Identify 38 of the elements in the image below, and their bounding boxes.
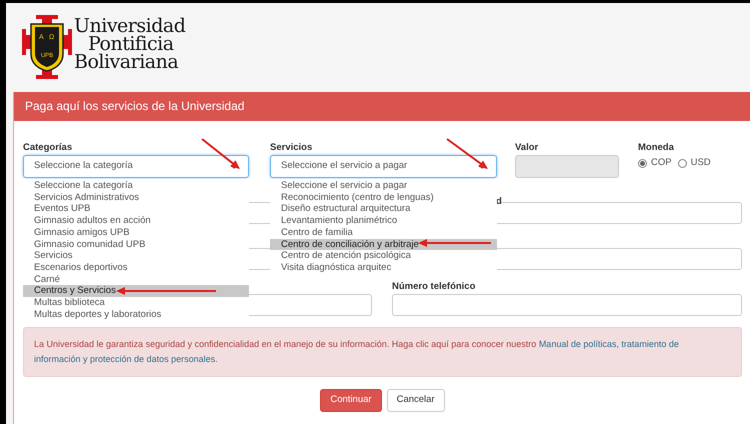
dropdown-option[interactable]: Centros y Servicios [23,285,249,298]
policy-link[interactable]: información y protección de datos personales. [34,354,218,364]
field-label: Valor [515,141,540,155]
dropdown-option[interactable]: Centro de atención psicológica [270,250,497,262]
dropdown-option[interactable]: Centro de conciliación y arbitraje [270,238,497,250]
continue-button[interactable]: Continuar [320,389,382,412]
cancel-button[interactable]: Cancelar [386,389,445,412]
dropdown-option[interactable]: Seleccione la categoría [23,180,249,192]
dropdown-option[interactable]: Eventos UPB [23,203,249,216]
dropdown-option[interactable]: Gimnasio comunidad UPB [23,238,249,250]
dropdown-option[interactable]: Escenarios deportivos [23,262,249,274]
dropdown-option[interactable]: Centro de familia [270,226,497,239]
dropdown-option[interactable]: Levantamiento planimétrico [270,215,497,227]
dropdown-option[interactable]: Visita diagnóstica arquitec [270,262,497,274]
currency-radio[interactable]: COP [638,156,672,170]
dropdown-option[interactable]: Carné [23,274,249,286]
dropdown-option[interactable]: Servicios Administrativos [23,192,249,204]
field-label: Servicios [270,141,314,155]
dropdown-option[interactable]: Reconocimiento (centro de lenguas) [270,192,497,204]
policy-link[interactable]: Manual de políticas, tratamiento de [538,339,679,349]
field-label: Número telefónico [392,280,476,294]
dropdown-option[interactable]: Multas biblioteca [23,297,249,309]
dropdown-option[interactable]: Multas deportes y laboratorios [23,308,249,320]
dropdown-option[interactable]: Diseño estructural arquitectura [270,203,497,216]
logo-text: Bolivariana [74,53,180,71]
category-select[interactable]: Seleccione la categoría [23,155,249,178]
logo-text: Universidad [74,17,186,35]
panel-header: Paga aquí los servicios de la Universidad [14,92,750,121]
currency-radio[interactable]: USD [678,156,711,170]
logo-text: Pontificia [88,35,174,53]
dropdown-option[interactable]: Seleccione el servicio a pagar [270,180,497,192]
notice-text: La Universidad le garantiza seguridad y confidencialidad en el manejo de su información. Haga clic aquí para conocer nuestro [34,339,538,349]
dropdown-option[interactable]: Servicios [23,250,249,262]
service-select[interactable]: Seleccione el servicio a pagar [270,155,497,178]
field-label: Moneda [638,141,675,155]
dropdown-option[interactable]: Gimnasio adultos en acción [23,215,249,227]
field-label: Categorías [23,141,74,155]
dropdown-option[interactable]: Gimnasio amigos UPB [23,226,249,239]
